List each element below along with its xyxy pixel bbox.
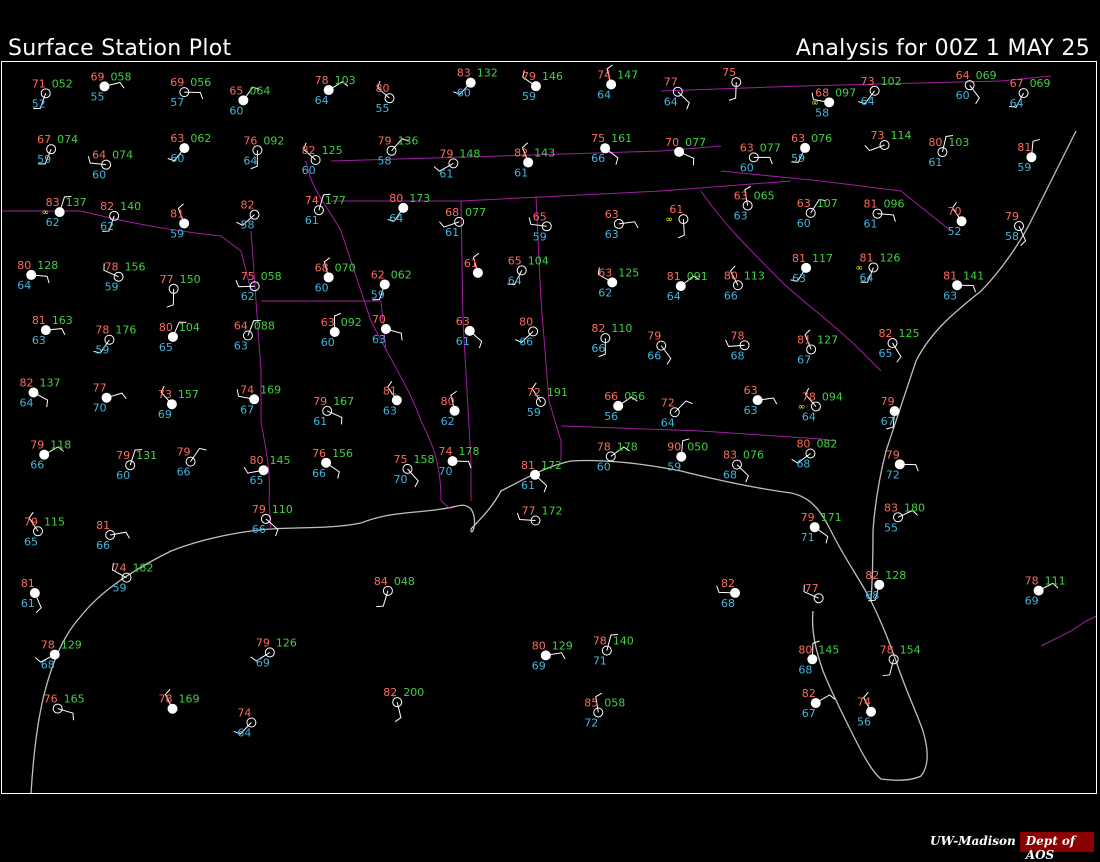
credit-institution: UW-Madison bbox=[926, 832, 1020, 852]
credit-department: Dept of AOS bbox=[1019, 832, 1094, 862]
map-frame bbox=[1, 61, 1097, 794]
credit-banner: UW-Madison Dept of AOS bbox=[926, 832, 1094, 862]
plot-title: Surface Station Plot bbox=[8, 36, 232, 61]
analysis-time: Analysis for 00Z 1 MAY 25 bbox=[795, 36, 1090, 61]
